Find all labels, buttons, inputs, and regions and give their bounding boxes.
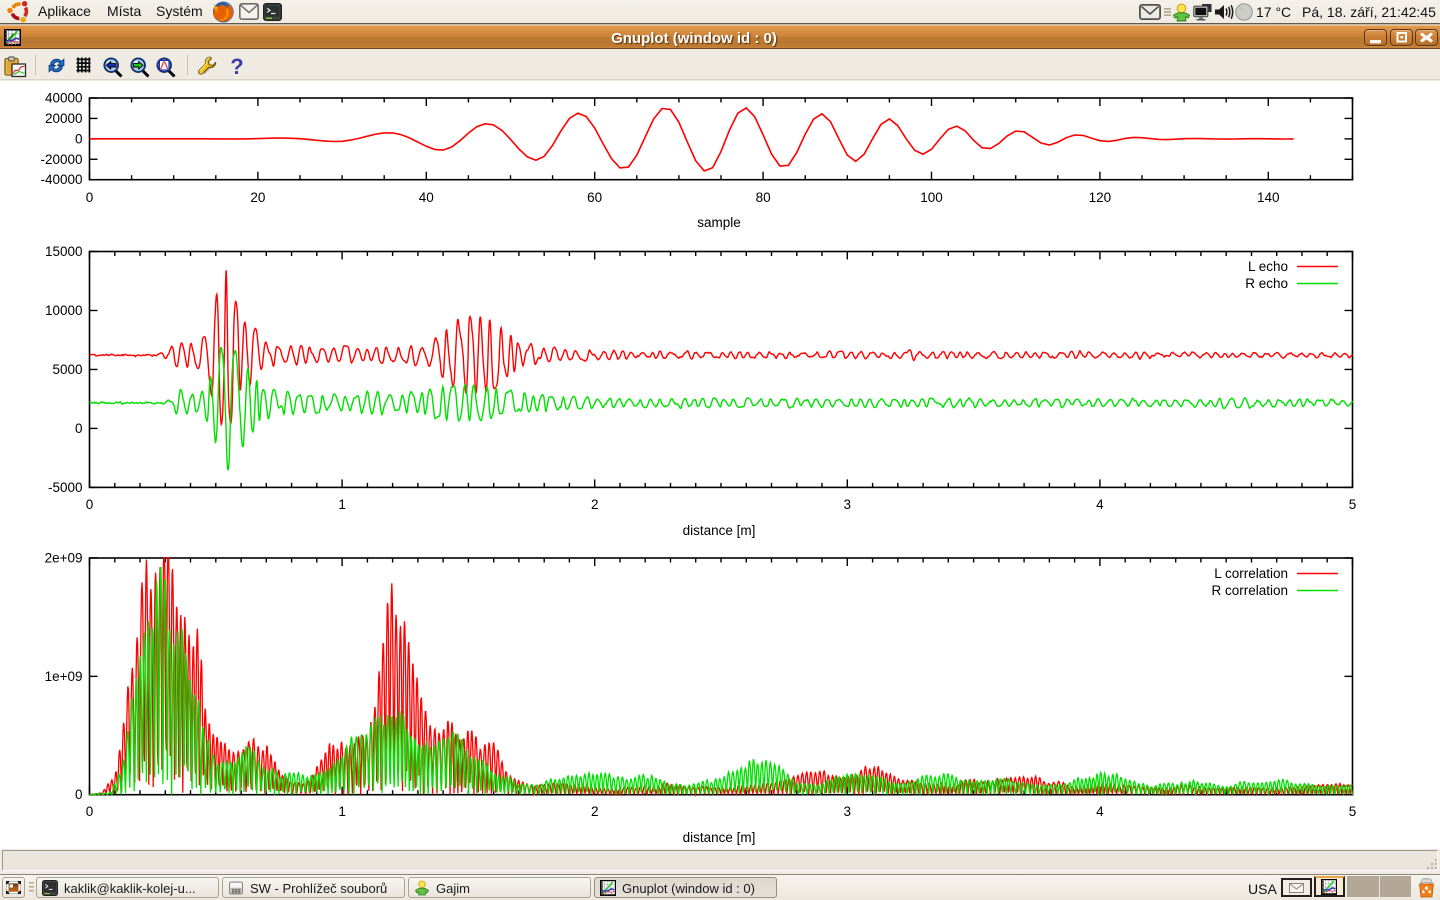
svg-text:-40000: -40000 [40, 172, 82, 187]
svg-text:4: 4 [1096, 497, 1104, 512]
svg-text:R correlation: R correlation [1211, 583, 1288, 598]
svg-text:1e+09: 1e+09 [45, 669, 83, 684]
svg-text:distance [m]: distance [m] [683, 523, 756, 538]
svg-text:40000: 40000 [45, 91, 83, 106]
svg-text:2e+09: 2e+09 [45, 551, 83, 566]
svg-text:0: 0 [75, 131, 83, 146]
svg-text:80: 80 [756, 190, 771, 205]
svg-text:100: 100 [920, 190, 943, 205]
svg-text:5: 5 [1349, 497, 1357, 512]
svg-text:4: 4 [1096, 804, 1104, 819]
svg-text:0: 0 [86, 804, 94, 819]
svg-text:distance [m]: distance [m] [683, 830, 756, 845]
svg-text:120: 120 [1089, 190, 1112, 205]
svg-text:R echo: R echo [1245, 276, 1288, 291]
svg-text:2: 2 [591, 497, 599, 512]
svg-text:0: 0 [75, 421, 83, 436]
svg-text:-20000: -20000 [40, 152, 82, 167]
svg-text:sample: sample [697, 215, 741, 230]
svg-text:20: 20 [250, 190, 265, 205]
svg-text:15000: 15000 [45, 244, 83, 259]
svg-text:10000: 10000 [45, 303, 83, 318]
svg-text:L correlation: L correlation [1214, 566, 1288, 581]
svg-text:L echo: L echo [1248, 259, 1288, 274]
svg-text:0: 0 [86, 497, 94, 512]
svg-text:60: 60 [587, 190, 602, 205]
svg-text:1: 1 [338, 497, 346, 512]
svg-text:0: 0 [75, 787, 83, 802]
svg-text:5: 5 [1349, 804, 1357, 819]
svg-text:20000: 20000 [45, 111, 83, 126]
svg-text:-5000: -5000 [48, 480, 83, 495]
svg-text:3: 3 [844, 497, 852, 512]
svg-text:5000: 5000 [52, 362, 82, 377]
svg-text:2: 2 [591, 804, 599, 819]
svg-text:3: 3 [844, 804, 852, 819]
svg-text:140: 140 [1257, 190, 1280, 205]
svg-text:40: 40 [419, 190, 434, 205]
svg-text:0: 0 [86, 190, 94, 205]
svg-text:1: 1 [338, 804, 346, 819]
